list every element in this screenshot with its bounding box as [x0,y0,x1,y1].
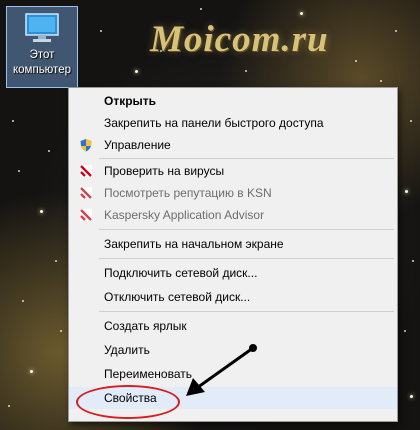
pointer-arrow [186,344,257,396]
menu-separator [99,311,394,312]
menu-item-pin-start[interactable]: Закрепить на начальном экране [69,233,397,255]
menu-item-create-shortcut[interactable]: Создать ярлык [69,315,397,337]
kaspersky-icon [80,165,92,177]
menu-item-kaspersky-advisor-label: Kaspersky Application Advisor [104,208,265,222]
menu-item-kaspersky-advisor[interactable]: Kaspersky Application Advisor [69,204,397,226]
computer-icon [25,13,59,42]
kaspersky-icon [80,209,92,221]
menu-separator [99,229,394,230]
menu-item-pin-quick-access[interactable]: Закрепить на панели быстрого доступа [69,112,397,134]
highlight-circle [76,385,180,419]
this-pc-label-line1: Этот [29,49,55,61]
menu-separator [99,158,394,159]
menu-item-manage-label: Управление [104,138,171,152]
site-watermark: Moicom.ru [150,19,329,60]
menu-item-open[interactable]: Открыть [69,90,397,112]
menu-item-ksn-reputation[interactable]: Посмотреть репутацию в KSN [69,182,397,204]
menu-item-manage[interactable]: Управление [69,134,397,156]
menu-item-scan-virus-label: Проверить на вирусы [104,164,225,178]
this-pc-desktop-icon[interactable]: Этот компьютер [6,6,78,88]
menu-item-scan-virus[interactable]: Проверить на вирусы [69,160,397,182]
this-pc-label-line2: компьютер [13,64,71,76]
kaspersky-icon [80,187,92,199]
menu-item-disconnect-network-drive[interactable]: Отключить сетевой диск... [69,286,397,308]
menu-separator [99,258,394,259]
menu-item-ksn-reputation-label: Посмотреть репутацию в KSN [104,186,272,200]
menu-item-map-network-drive[interactable]: Подключить сетевой диск... [69,262,397,284]
shield-icon [80,139,92,152]
